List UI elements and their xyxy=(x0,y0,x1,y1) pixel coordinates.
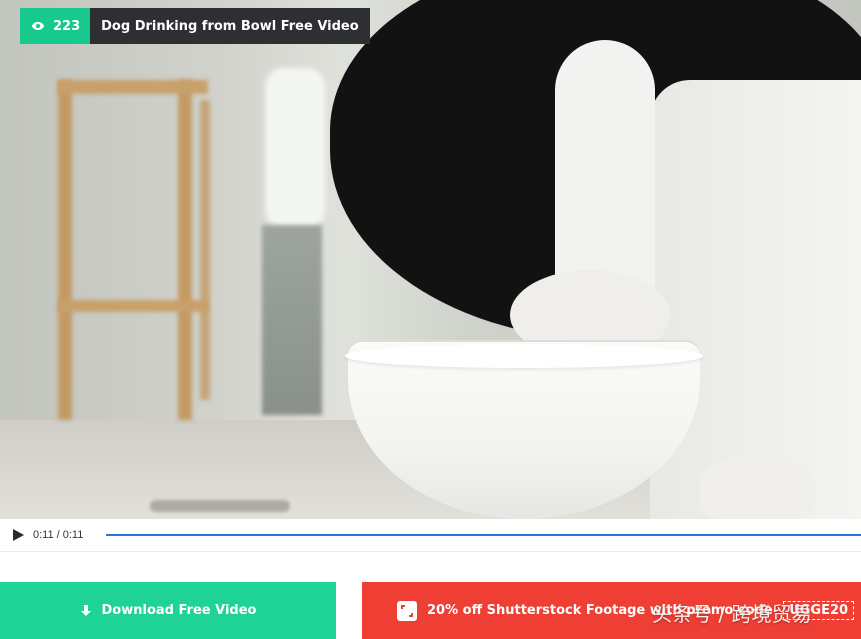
play-icon[interactable] xyxy=(11,528,25,542)
shelf-post xyxy=(200,100,210,400)
shelf-post xyxy=(178,80,192,420)
dog-chest xyxy=(650,80,861,519)
player-controls: 0:11 / 0:11 xyxy=(0,519,861,552)
bowl-rim xyxy=(345,344,703,368)
time-display: 0:11 / 0:11 xyxy=(33,529,84,541)
video-title-badge: 223 Dog Drinking from Bowl Free Video xyxy=(20,8,370,44)
download-free-video-button[interactable]: Download Free Video xyxy=(0,582,336,639)
shutterstock-icon xyxy=(397,600,417,621)
views-count: 223 xyxy=(53,18,81,34)
progress-bar[interactable] xyxy=(106,534,861,536)
shelf-post xyxy=(58,80,72,420)
shelf-rail xyxy=(58,80,208,94)
views-counter: 223 xyxy=(20,8,91,44)
watermark: 头条号 / 跨境贸易 xyxy=(652,602,812,626)
video-title: Dog Drinking from Bowl Free Video xyxy=(90,8,370,44)
video-player[interactable]: 223 Dog Drinking from Bowl Free Video xyxy=(0,0,861,519)
download-label: Download Free Video xyxy=(101,603,257,618)
shelf-rail xyxy=(58,300,208,312)
floor-crumbs xyxy=(150,500,290,512)
download-arrow-icon xyxy=(80,604,91,616)
window-light xyxy=(265,68,325,228)
eye-icon xyxy=(31,22,45,30)
dog-paw xyxy=(700,455,815,519)
background-door xyxy=(262,225,322,415)
